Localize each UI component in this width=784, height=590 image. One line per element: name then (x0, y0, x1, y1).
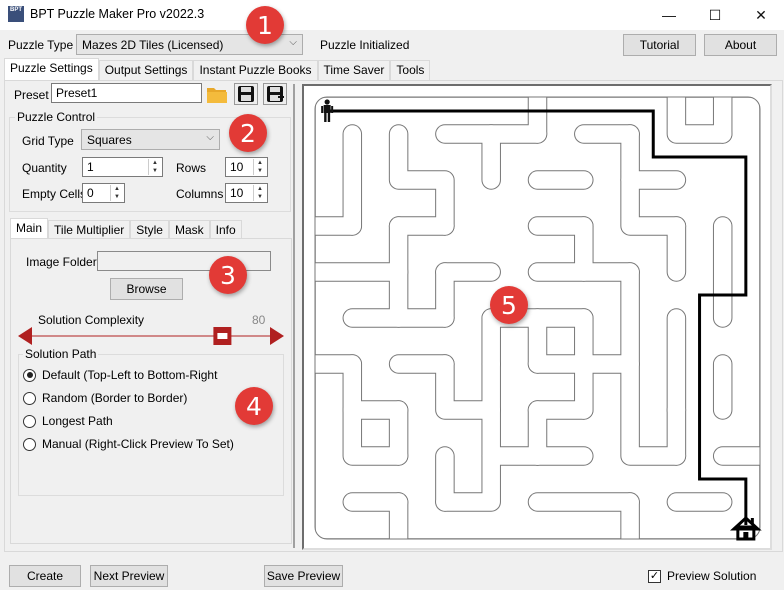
radio-button[interactable] (23, 414, 36, 428)
tab-time-saver[interactable]: Time Saver (317, 60, 391, 80)
save-preview-button[interactable]: Save Preview (264, 565, 343, 587)
columns-stepper[interactable]: 10 ▲ ▼ (225, 183, 268, 203)
rows-stepper[interactable]: 10 ▲ ▼ (225, 157, 268, 177)
columns-value: 10 (230, 186, 244, 200)
tab-main[interactable]: Main (10, 218, 49, 240)
radio-default[interactable]: Default (Top-Left to Bottom-Right (23, 368, 217, 382)
spinner-arrows-icon[interactable]: ▲ ▼ (110, 185, 123, 201)
rows-label: Rows (176, 161, 207, 175)
preset-label: Preset (14, 88, 49, 102)
chevron-down-icon: ⌵ (206, 132, 214, 143)
radio-label: Default (Top-Left to Bottom-Right (42, 368, 218, 382)
columns-label: Columns (176, 187, 224, 201)
title-bar: BPT BPT Puzzle Maker Pro v2022.3 — ☐ ✕ (0, 0, 784, 30)
maze-preview[interactable] (302, 84, 772, 550)
splitter[interactable] (293, 84, 295, 548)
grid-type-value: Squares (87, 133, 132, 147)
spinner-arrows-icon[interactable]: ▲ ▼ (253, 159, 266, 175)
maze-wall (389, 125, 454, 235)
puzzle-type-value: Mazes 2D Tiles (Licensed) (82, 38, 224, 52)
tab-instant-puzzle-books[interactable]: Instant Puzzle Books (193, 60, 318, 80)
preset-input[interactable]: Preset1 (51, 83, 202, 103)
minimize-button[interactable]: — (646, 0, 692, 30)
annotation-badge-5: 5 (490, 286, 528, 324)
spinner-arrows-icon[interactable]: ▲ ▼ (253, 185, 266, 201)
sub-tabs: Main Tile Multiplier Style Mask Info (10, 218, 242, 240)
annotation-badge-3: 3 (209, 256, 247, 294)
checkbox-checked-icon[interactable]: ✓ (648, 569, 661, 583)
maze-canvas[interactable] (304, 86, 770, 548)
puzzle-control-title: Puzzle Control (15, 110, 98, 124)
tab-mask[interactable]: Mask (168, 220, 210, 240)
window-title: BPT Puzzle Maker Pro v2022.3 (30, 7, 205, 21)
tab-tools[interactable]: Tools (390, 60, 431, 80)
tab-info[interactable]: Info (209, 220, 242, 240)
about-button[interactable]: About (704, 34, 777, 56)
solution-path-title: Solution Path (23, 347, 99, 361)
quantity-label: Quantity (22, 161, 67, 175)
radio-button[interactable] (23, 391, 36, 405)
radio-label: Manual (Right-Click Preview To Set) (42, 437, 234, 451)
radio-button-selected[interactable] (23, 368, 36, 382)
person-icon (321, 99, 334, 122)
preview-solution-label: Preview Solution (667, 569, 757, 583)
tutorial-button[interactable]: Tutorial (623, 34, 696, 56)
preview-solution-checkbox[interactable]: ✓ Preview Solution (648, 569, 756, 583)
tab-puzzle-settings[interactable]: Puzzle Settings (4, 58, 99, 80)
maximize-button[interactable]: ☐ (692, 0, 738, 30)
main-tabs: Puzzle Settings Output Settings Instant … (4, 58, 431, 80)
slider-left-arrow-icon (18, 327, 32, 345)
app-logo-icon: BPT (8, 6, 24, 22)
radio-random[interactable]: Random (Border to Border) (23, 391, 187, 405)
tab-output-settings[interactable]: Output Settings (98, 60, 194, 80)
radio-longest-path[interactable]: Longest Path (23, 414, 113, 428)
annotation-badge-1: 1 (246, 6, 284, 44)
folder-open-icon[interactable] (205, 83, 229, 105)
close-button[interactable]: ✕ (738, 0, 784, 30)
radio-button[interactable] (23, 437, 36, 451)
radio-label: Longest Path (42, 414, 113, 428)
rows-value: 10 (230, 160, 244, 174)
empty-cells-value: 0 (87, 186, 94, 200)
puzzle-type-label: Puzzle Type (8, 38, 74, 52)
browse-button[interactable]: Browse (110, 278, 183, 300)
spinner-arrows-icon[interactable]: ▲ ▼ (148, 159, 161, 175)
grid-type-select[interactable]: Squares ⌵ (81, 129, 220, 150)
solution-complexity-slider[interactable] (18, 325, 284, 347)
status-text: Puzzle Initialized (320, 38, 410, 52)
create-button[interactable]: Create (9, 565, 81, 587)
quantity-value: 1 (87, 160, 94, 174)
slider-thumb (213, 327, 232, 345)
radio-manual[interactable]: Manual (Right-Click Preview To Set) (23, 437, 234, 451)
image-folder-label: Image Folder (26, 255, 97, 269)
next-preview-button[interactable]: Next Preview (90, 565, 168, 587)
save-icon[interactable] (234, 83, 258, 105)
annotation-badge-4: 4 (235, 387, 273, 425)
empty-cells-label: Empty Cells (22, 187, 87, 201)
save-as-icon[interactable] (263, 83, 287, 105)
slider-right-arrow-icon (270, 327, 284, 345)
tab-style[interactable]: Style (130, 220, 169, 240)
radio-label: Random (Border to Border) (42, 391, 188, 405)
empty-cells-stepper[interactable]: 0 ▲ ▼ (82, 183, 125, 203)
grid-type-label: Grid Type (22, 134, 74, 148)
chevron-down-icon: ⌵ (289, 37, 297, 48)
tab-tile-multiplier[interactable]: Tile Multiplier (48, 220, 131, 240)
annotation-badge-2: 2 (229, 114, 267, 152)
quantity-stepper[interactable]: 1 ▲ ▼ (82, 157, 163, 177)
